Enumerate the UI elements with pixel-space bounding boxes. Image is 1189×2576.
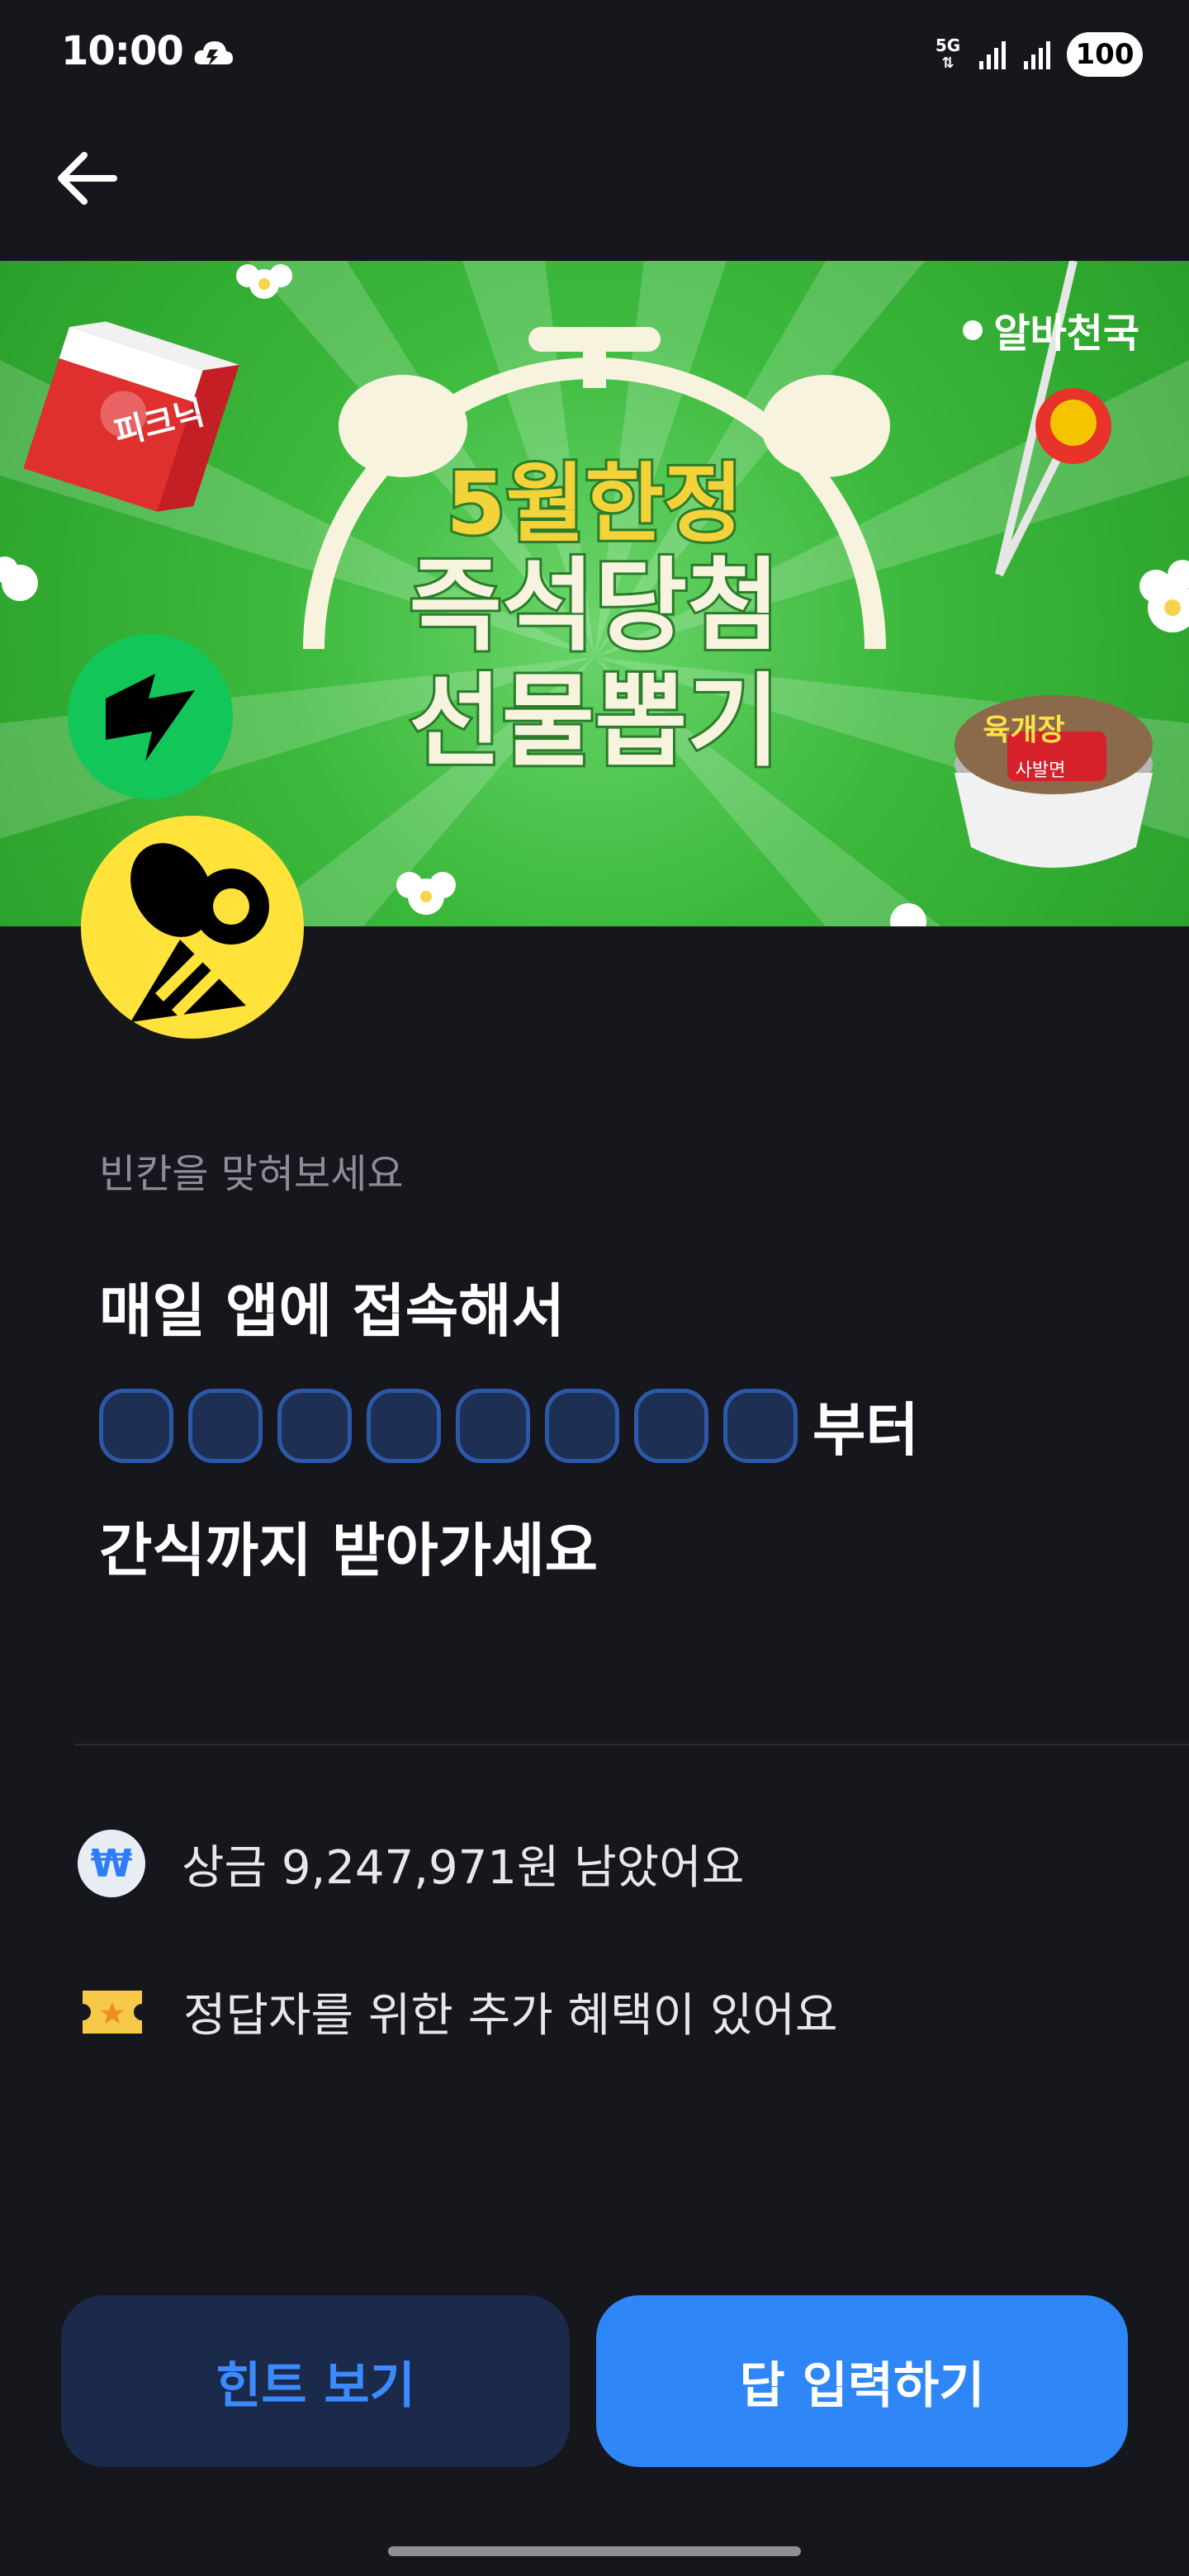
quiz-line-3: 간식까지 받아가세요 xyxy=(99,1517,598,1584)
banner-title-1: 5월한정 xyxy=(446,453,742,554)
status-time: 10:00 xyxy=(61,28,184,74)
answer-blank-4[interactable] xyxy=(367,1388,441,1463)
back-arrow-icon[interactable] xyxy=(51,145,126,211)
noodle-sublabel: 사발면 xyxy=(1016,760,1066,781)
brand-logo: 알바천국 xyxy=(993,310,1139,357)
hint-button[interactable]: 힌트 보기 xyxy=(61,2295,570,2467)
quiz-label: 빈칸을 맞혀보세요 xyxy=(99,1151,404,1197)
answer-blank-1[interactable] xyxy=(99,1388,173,1463)
network-5g-icon: 5G ⇅ xyxy=(935,36,961,72)
won-coin-icon: ₩ xyxy=(78,1830,145,1897)
bonus-info-row: 정답자를 위한 추가 혜택이 있어요 xyxy=(78,1978,837,2045)
blank-suffix: 부터 xyxy=(812,1396,919,1464)
banner-title-2: 즉석당첨 xyxy=(410,547,780,665)
bonus-text: 정답자를 위한 추가 혜택이 있어요 xyxy=(183,1989,838,2043)
answer-blank-7[interactable] xyxy=(634,1388,708,1463)
noodle-label: 육개장 xyxy=(983,713,1064,747)
home-indicator[interactable] xyxy=(388,2546,801,2556)
answer-blank-3[interactable] xyxy=(277,1388,352,1463)
enter-answer-button[interactable]: 답 입력하기 xyxy=(596,2295,1128,2467)
quiz-line-1: 매일 앱에 접속해서 xyxy=(99,1277,565,1345)
signal-icon xyxy=(979,41,1006,69)
prize-text: 상금 9,247,971원 남았어요 xyxy=(182,1840,745,1895)
ticket-icon xyxy=(83,1990,142,2034)
answer-blank-6[interactable] xyxy=(545,1388,619,1463)
cloud-icon xyxy=(194,41,233,66)
answer-blank-8[interactable] xyxy=(723,1388,798,1463)
prize-info-row: ₩ 상금 9,247,971원 남았어요 xyxy=(78,1830,744,1897)
bee-icon xyxy=(81,816,304,1039)
signal-icon-2 xyxy=(1024,41,1050,69)
status-indicators: 5G ⇅ 100 xyxy=(930,30,1143,79)
divider xyxy=(74,1744,1189,1745)
answer-blank-5[interactable] xyxy=(456,1388,530,1463)
battery-indicator: 100 xyxy=(1067,32,1143,77)
banner-title-3: 선물뽑기 xyxy=(410,663,780,780)
network-label: 5G xyxy=(935,36,961,55)
blank-row: 부터 xyxy=(99,1384,919,1467)
answer-blank-2[interactable] xyxy=(188,1388,263,1463)
